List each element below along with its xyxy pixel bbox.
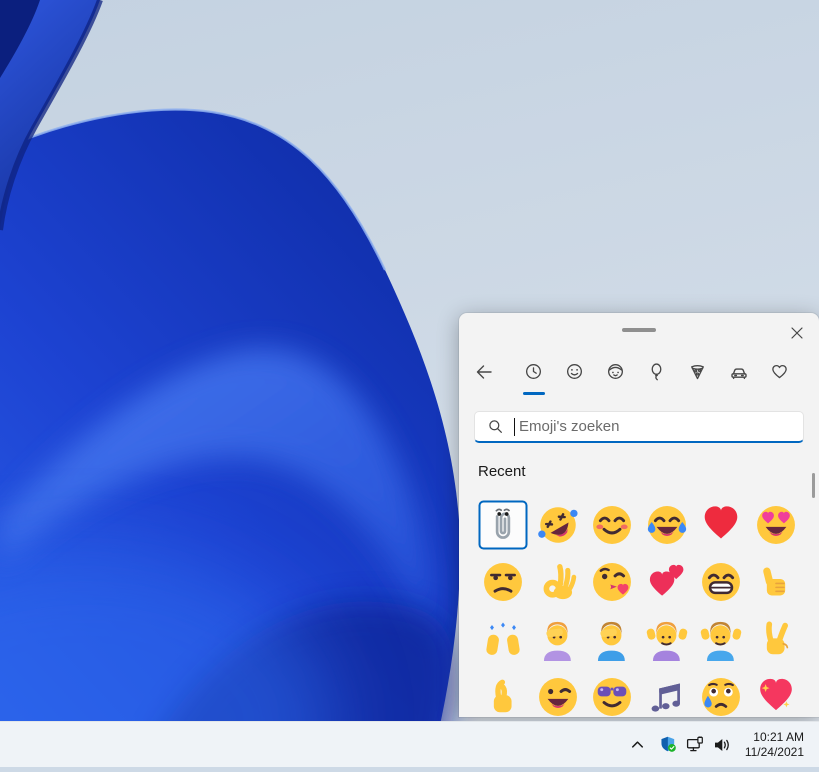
volume-button[interactable]: [709, 722, 736, 767]
emoji-crying-face[interactable]: [694, 668, 749, 717]
emoji-winking-face[interactable]: [531, 668, 586, 717]
back-arrow-icon: [474, 362, 494, 385]
emoji-man-facepalming[interactable]: [585, 611, 640, 668]
emoji-crossed-fingers[interactable]: [476, 668, 531, 717]
emoji-heart-eyes[interactable]: [749, 496, 804, 553]
emoji-man-shrugging[interactable]: [694, 611, 749, 668]
category-food[interactable]: [677, 354, 718, 392]
search-icon: [488, 419, 503, 434]
taskbar: 10:21 AM 11/24/2021: [0, 721, 819, 767]
emoji-raising-hands[interactable]: [476, 611, 531, 668]
emoji-face-blowing-kiss[interactable]: [585, 553, 640, 610]
category-tabs: [513, 354, 800, 392]
drag-handle[interactable]: [622, 328, 656, 332]
category-smileys[interactable]: [554, 354, 595, 392]
windows-security-button[interactable]: [655, 722, 682, 767]
close-icon: [791, 327, 803, 342]
emoji-unamused-face[interactable]: [476, 553, 531, 610]
clock-icon: [524, 362, 543, 384]
hidden-icons-chevron-button[interactable]: [621, 722, 655, 767]
close-button[interactable]: [783, 320, 811, 348]
system-tray: 10:21 AM 11/24/2021: [621, 722, 819, 767]
balloon-icon: [647, 362, 666, 384]
search-input[interactable]: [517, 417, 803, 436]
person-icon: [606, 362, 625, 384]
security-shield-icon: [659, 735, 678, 754]
category-people[interactable]: [595, 354, 636, 392]
category-symbols[interactable]: [759, 354, 800, 392]
emoji-rofl[interactable]: [531, 496, 586, 553]
smiley-icon: [565, 362, 584, 384]
chevron-up-icon: [628, 735, 647, 754]
emoji-two-hearts[interactable]: [640, 553, 695, 610]
emoji-grinning-face[interactable]: [694, 553, 749, 610]
emoji-thumbs-up[interactable]: [749, 553, 804, 610]
back-button[interactable]: [467, 354, 500, 392]
emoji-smiling-face-sunglasses[interactable]: [585, 668, 640, 717]
emoji-panel: Recent: [459, 313, 819, 717]
text-caret: [514, 418, 515, 436]
pizza-icon: [688, 362, 707, 384]
network-icon: [685, 735, 705, 755]
category-toolbar: [459, 354, 819, 392]
clock-date: 11/24/2021: [745, 745, 804, 760]
search-box[interactable]: [474, 411, 804, 443]
car-icon: [729, 362, 749, 385]
emoji-woman-facepalming[interactable]: [531, 611, 586, 668]
emoji-smiling-face-blush[interactable]: [585, 496, 640, 553]
clock-time: 10:21 AM: [745, 730, 804, 745]
category-recent[interactable]: [513, 354, 554, 392]
emoji-face-with-tears-of-joy[interactable]: [640, 496, 695, 553]
section-title: Recent: [478, 463, 526, 480]
heart-icon: [770, 362, 789, 384]
emoji-clippy-paperclip[interactable]: [476, 496, 531, 553]
network-button[interactable]: [682, 722, 709, 767]
taskbar-clock[interactable]: 10:21 AM 11/24/2021: [745, 730, 804, 760]
emoji-musical-notes[interactable]: [640, 668, 695, 717]
category-transport[interactable]: [718, 354, 759, 392]
emoji-sparkling-heart[interactable]: [749, 668, 804, 717]
emoji-red-heart[interactable]: [694, 496, 749, 553]
emoji-ok-hand[interactable]: [531, 553, 586, 610]
category-celebrations[interactable]: [636, 354, 677, 392]
scrollbar-thumb[interactable]: [812, 473, 815, 498]
emoji-grid: [476, 496, 803, 717]
volume-icon: [712, 735, 732, 755]
emoji-woman-shrugging[interactable]: [640, 611, 695, 668]
emoji-victory-hand[interactable]: [749, 611, 804, 668]
